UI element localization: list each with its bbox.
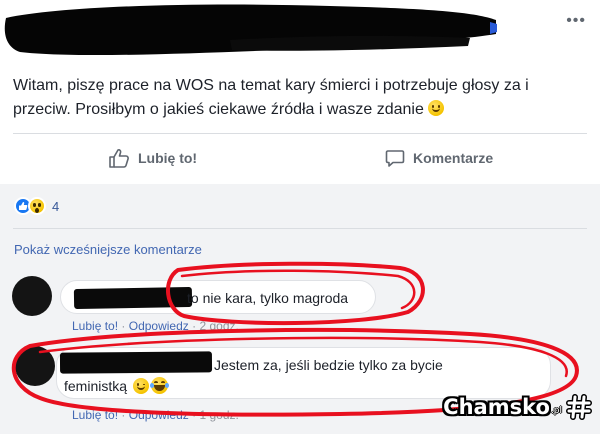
redacted-commenter-name: [73, 286, 193, 310]
reaction-count: 4: [52, 198, 60, 214]
comment-button-label: Komentarze: [413, 150, 494, 166]
thumbs-up-icon: [109, 149, 129, 168]
watermark-suffix: .pl: [550, 406, 562, 416]
post-text: Witam, piszę prace na WOS na temat kary …: [13, 77, 529, 118]
post-divider: [13, 133, 587, 134]
view-previous-comments-link[interactable]: Pokaż wcześniejsze komentarze: [14, 242, 202, 257]
avatar[interactable]: [15, 346, 55, 386]
comment-timestamp: 2 godz.: [199, 319, 239, 333]
reactions-summary[interactable]: 4: [14, 197, 59, 215]
wow-reaction-icon: [28, 197, 46, 215]
hash-logo-icon: [566, 394, 592, 420]
comment-text: feministką: [64, 377, 128, 394]
wink-emoji-icon: [133, 377, 150, 394]
post-actions-bar: Lubię to! Komentarze: [0, 140, 600, 176]
comment-reply-link[interactable]: Odpowiedz: [129, 319, 189, 333]
avatar[interactable]: [12, 276, 52, 316]
watermark-brand: Chamsko: [443, 395, 550, 419]
laughing-emoji-icon: [150, 377, 170, 394]
like-button[interactable]: Lubię to!: [108, 140, 197, 176]
site-watermark: Chamsko .pl: [443, 394, 592, 420]
meta-separator: ·: [121, 408, 126, 422]
comment-reply-link[interactable]: Odpowiedz: [129, 408, 189, 422]
comment-text: to nie kara, tylko magroda: [187, 290, 349, 306]
comment-meta: Lubię to! · Odpowiedz · 1 godz.: [72, 408, 239, 422]
meta-separator: ·: [192, 408, 197, 422]
post-body: Witam, piszę prace na WOS na temat kary …: [13, 74, 583, 122]
comment-like-link[interactable]: Lubię to!: [72, 408, 118, 422]
comment-text: Jestem za, jeśli bedzie tylko za bycie: [214, 357, 443, 373]
comment-like-link[interactable]: Lubię to!: [72, 319, 118, 333]
redacted-commenter-name: [59, 351, 213, 374]
comment-meta: Lubię to! · Odpowiedz · 2 godz.: [72, 319, 239, 333]
comment-text-line2: feministką: [64, 377, 170, 394]
smile-emoji-icon: [428, 100, 445, 116]
meta-separator: ·: [192, 319, 197, 333]
reactions-divider: [13, 228, 587, 229]
like-button-label: Lubię to!: [138, 150, 198, 166]
more-horizontal-icon[interactable]: •••: [566, 13, 586, 29]
meta-separator: ·: [121, 319, 126, 333]
facebook-post: ••• Witam, piszę prace na WOS na temat k…: [0, 0, 600, 434]
comment-button[interactable]: Komentarze: [385, 140, 493, 176]
redacted-author-header: [4, 4, 497, 56]
comment-timestamp: 1 godz.: [199, 408, 239, 422]
comment-icon: [385, 150, 405, 167]
